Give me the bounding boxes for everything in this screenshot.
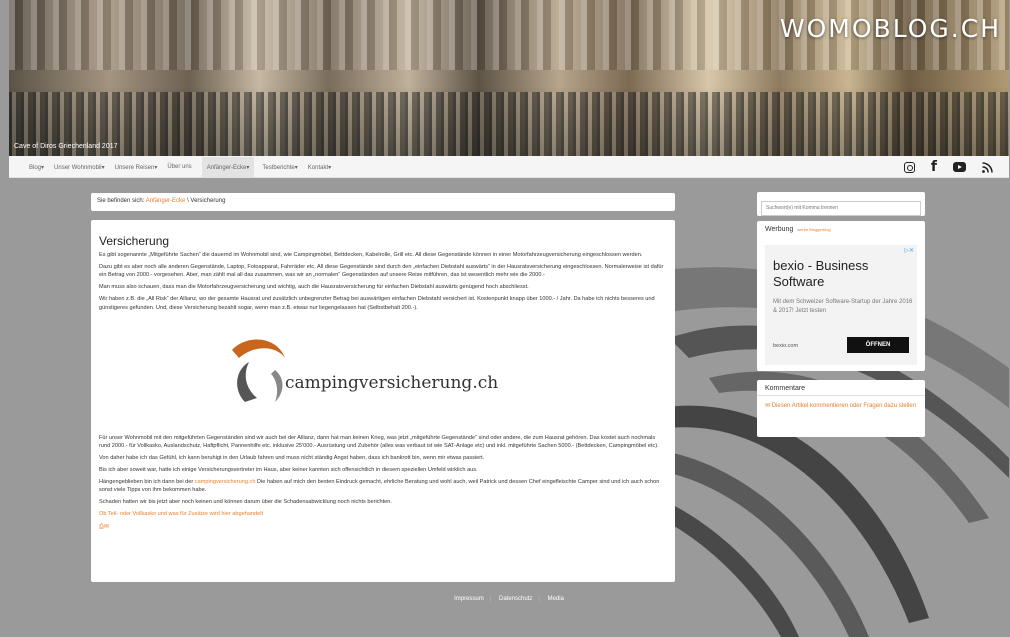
article-paragraph: Schaden hatten wir bis jetzt aber noch k… bbox=[99, 499, 392, 506]
comment-icon: ✉ bbox=[765, 403, 772, 409]
nav-item-label: Kontakt bbox=[307, 164, 329, 171]
chevron-down-icon: ▾ bbox=[101, 164, 105, 171]
ad-domain: bexio.com bbox=[773, 343, 799, 349]
nav-item-unser-wohnmobil[interactable]: Unser Wohnmobil▾ bbox=[54, 164, 105, 171]
chevron-down-icon: ▾ bbox=[41, 164, 45, 171]
campingversicherung-logo-image[interactable]: campingversicherung.ch bbox=[99, 316, 667, 434]
share-icons: ⎙✉ bbox=[99, 523, 667, 531]
comments-heading: Kommentare bbox=[757, 380, 925, 396]
comments-widget: Kommentare ✉ Diesen Artikel kommentieren… bbox=[757, 380, 925, 437]
breadcrumb: Sie befinden sich: Anfänger-Ecke \ Versi… bbox=[91, 193, 675, 211]
adchoices-icon[interactable]: ▷✕ bbox=[904, 247, 914, 254]
ad-title[interactable]: bexio - Business Software bbox=[773, 258, 917, 289]
nav-item-kontakt[interactable]: Kontakt▾ bbox=[308, 164, 331, 171]
nav-item-anfänger-ecke[interactable]: Anfänger-Ecke▾ bbox=[201, 156, 255, 178]
nav-item-label: Unsere Reisen bbox=[114, 164, 155, 171]
instagram-icon[interactable] bbox=[903, 161, 915, 173]
nav-item-blog[interactable]: Blog▾ bbox=[29, 164, 44, 171]
article-paragraph: Von daher habe ich das Gefühl, ich kann … bbox=[99, 454, 485, 461]
campingversicherung-link[interactable]: campingversicherung.ch bbox=[195, 479, 256, 485]
nav-item-label: Blog bbox=[29, 164, 42, 171]
article-paragraph: Es gibt sogenannte „Mitgeführte Sachen“ … bbox=[99, 252, 643, 258]
comments-link-text[interactable]: Diesen Artikel kommentieren oder Fragen … bbox=[772, 403, 916, 409]
article-paragraph: Für unser Wohnmobil mit den mitgeführten… bbox=[99, 434, 659, 449]
header-banner: WOMOBLOG.CH Cave of Diros Griechenland 2… bbox=[9, 0, 1009, 156]
chevron-down-icon: ▾ bbox=[154, 164, 158, 171]
breadcrumb-prefix: Sie befinden sich: bbox=[97, 198, 146, 204]
comments-link[interactable]: ✉ Diesen Artikel kommentieren oder Frage… bbox=[757, 396, 925, 416]
facebook-icon[interactable]: f bbox=[931, 160, 937, 174]
vollkasko-article-link[interactable]: Ob Teil- oder Vollkasko und was für Zusä… bbox=[99, 510, 667, 518]
article-paragraph: Bis ich aber soweit war, hatte ich einig… bbox=[99, 466, 478, 473]
footer-link-impressum[interactable]: Impressum bbox=[454, 596, 484, 602]
search-input[interactable] bbox=[761, 200, 921, 216]
campingversicherung-logo-text: campingversicherung.ch bbox=[285, 372, 499, 393]
nav-item-label: Unser Wohnmobil bbox=[54, 164, 102, 171]
chevron-down-icon: ▾ bbox=[246, 164, 250, 171]
nav-item-testberichte[interactable]: Testberichte▾ bbox=[262, 164, 297, 171]
email-icon[interactable]: ✉ bbox=[104, 524, 109, 530]
social-links: f bbox=[888, 156, 993, 178]
chevron-down-icon: ▾ bbox=[294, 164, 298, 171]
main-navbar: Blog▾ Unser Wohnmobil▾ Unsere Reisen▾ Über … bbox=[9, 156, 1009, 178]
ad-header: Werbung werbe Bloggerblog bbox=[757, 221, 925, 237]
nav-item-label: Testberichte bbox=[262, 164, 295, 171]
article-paragraph: Man muss also schauen, dass man die Moto… bbox=[99, 284, 529, 291]
ad-banner[interactable]: ▷✕ bexio - Business Software Mit dem Sch… bbox=[765, 245, 917, 365]
article-paragraph: Wir haben z.B. die „All Risk“ der Allian… bbox=[99, 296, 655, 311]
advertisement-widget: Werbung werbe Bloggerblog ▷✕ bexio - Busi… bbox=[757, 221, 925, 371]
article-title: Versicherung bbox=[99, 234, 170, 248]
breadcrumb-current: Versicherung bbox=[190, 198, 226, 204]
banner-caption: Cave of Diros Griechenland 2017 bbox=[14, 143, 118, 150]
nav-item-unsere-reisen[interactable]: Unsere Reisen▾ bbox=[115, 164, 158, 171]
article-paragraph-campingversicherung: Hängengeblieben bin ich dann bei der cam… bbox=[99, 478, 667, 494]
footer-link-media[interactable]: Media bbox=[548, 596, 564, 602]
nav-menu: Blog▾ Unser Wohnmobil▾ Unsere Reisen▾ Über … bbox=[29, 156, 341, 178]
article-content: Versicherung Es gibt sogenannte „Mitgefü… bbox=[91, 220, 675, 582]
footer-separator: | bbox=[489, 596, 492, 602]
ad-open-button[interactable]: ÖFFNEN bbox=[847, 337, 909, 353]
nav-item-label: Über uns bbox=[167, 164, 192, 170]
breadcrumb-link-anfaenger-ecke[interactable]: Anfänger-Ecke bbox=[146, 198, 186, 204]
ad-subheading[interactable]: werbe Bloggerblog bbox=[797, 227, 830, 232]
rss-icon[interactable] bbox=[982, 161, 993, 173]
youtube-icon[interactable] bbox=[953, 162, 966, 172]
nav-item-über-uns[interactable]: Über uns bbox=[167, 164, 191, 170]
chevron-down-icon: ▾ bbox=[328, 164, 332, 171]
footer: Impressum | Datenschutz | Media bbox=[9, 596, 1009, 602]
paragraph-text: Hängengeblieben bin ich dann bei der bbox=[99, 479, 195, 486]
nav-item-label: Anfänger-Ecke bbox=[206, 164, 247, 171]
footer-link-datenschutz[interactable]: Datenschutz bbox=[499, 596, 532, 602]
article-paragraph: Dazu gibt es aber noch alle anderen Gege… bbox=[99, 264, 664, 279]
sidebar-search bbox=[757, 192, 925, 216]
ad-heading: Werbung bbox=[765, 226, 794, 233]
site-logo[interactable]: WOMOBLOG.CH bbox=[780, 14, 1001, 43]
campingversicherung-swirl-icon bbox=[232, 339, 285, 402]
banner-photo-water bbox=[9, 92, 1009, 156]
ad-text: Mit dem Schweizer Software-Startup der J… bbox=[773, 299, 913, 314]
footer-separator: | bbox=[538, 596, 540, 602]
